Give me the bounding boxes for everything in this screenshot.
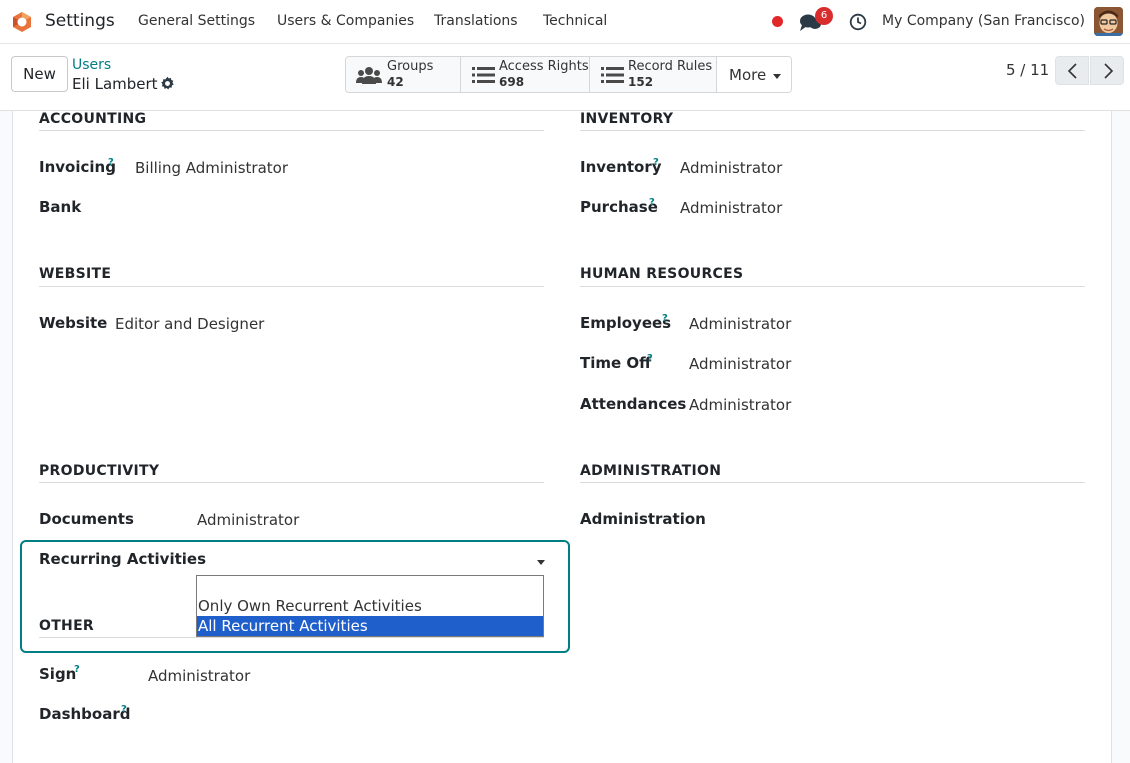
menu-general-settings[interactable]: General Settings bbox=[138, 13, 255, 29]
breadcrumb-users-link[interactable]: Users bbox=[72, 57, 111, 73]
section-title-human-resources: HUMAN RESOURCES bbox=[580, 266, 744, 282]
menu-translations[interactable]: Translations bbox=[434, 13, 518, 29]
gear-icon[interactable] bbox=[160, 76, 175, 91]
help-tooltip-icon[interactable]: ? bbox=[649, 197, 655, 208]
field-label-employees: Employees bbox=[580, 314, 672, 332]
list-icon bbox=[601, 67, 624, 83]
section-title-inventory: INVENTORY bbox=[580, 111, 674, 127]
status-dot-icon[interactable] bbox=[772, 16, 783, 27]
groups-count: 42 bbox=[387, 75, 404, 89]
section-divider bbox=[580, 130, 1085, 131]
section-divider bbox=[39, 482, 544, 483]
section-title-productivity: PRODUCTIVITY bbox=[39, 463, 160, 479]
field-label-attendances: Attendances bbox=[580, 395, 687, 413]
pager-next-button[interactable] bbox=[1090, 56, 1124, 85]
groups-smart-button[interactable]: Groups 42 bbox=[346, 57, 461, 92]
field-label-recurring-activities: Recurring Activities bbox=[39, 550, 207, 568]
help-tooltip-icon[interactable]: ? bbox=[647, 353, 653, 364]
field-value-attendances[interactable]: Administrator bbox=[689, 396, 791, 414]
caret-down-icon bbox=[773, 74, 781, 79]
more-button[interactable]: More bbox=[717, 57, 791, 92]
record-rules-smart-button[interactable]: Record Rules 152 bbox=[590, 57, 717, 92]
chevron-left-icon bbox=[1067, 63, 1077, 79]
help-tooltip-icon[interactable]: ? bbox=[662, 313, 668, 324]
section-divider bbox=[580, 286, 1085, 287]
users-icon bbox=[356, 67, 382, 84]
company-switcher[interactable]: My Company (San Francisco) bbox=[882, 13, 1085, 29]
select-caret-icon[interactable] bbox=[537, 560, 545, 565]
dropdown-option-only-own[interactable]: Only Own Recurrent Activities bbox=[197, 596, 543, 616]
field-value-purchase[interactable]: Administrator bbox=[680, 199, 782, 217]
field-label-invoicing: Invoicing bbox=[39, 158, 116, 176]
list-icon bbox=[472, 67, 495, 83]
field-label-time-off: Time Off bbox=[580, 354, 652, 372]
field-label-bank: Bank bbox=[39, 198, 82, 216]
field-label-documents: Documents bbox=[39, 510, 134, 528]
record-rules-label: Record Rules bbox=[628, 59, 713, 74]
access-rights-smart-button[interactable]: Access Rights 698 bbox=[461, 57, 590, 92]
field-value-invoicing[interactable]: Billing Administrator bbox=[135, 159, 288, 177]
clock-icon[interactable] bbox=[849, 13, 867, 31]
access-rights-count: 698 bbox=[499, 75, 525, 89]
section-divider bbox=[39, 286, 544, 287]
field-value-employees[interactable]: Administrator bbox=[689, 315, 791, 333]
field-value-documents[interactable]: Administrator bbox=[197, 511, 299, 529]
field-label-dashboard: Dashboard bbox=[39, 705, 131, 723]
app-name[interactable]: Settings bbox=[45, 11, 115, 31]
pager-value[interactable]: 5 / 11 bbox=[1006, 61, 1049, 79]
smart-buttons: Groups 42 Access Rights 698 Record Rules… bbox=[345, 56, 792, 93]
chevron-right-icon bbox=[1104, 63, 1114, 79]
field-value-time-off[interactable]: Administrator bbox=[689, 355, 791, 373]
field-label-purchase: Purchase bbox=[580, 198, 658, 216]
form-view bbox=[0, 111, 1130, 763]
user-avatar[interactable] bbox=[1094, 7, 1123, 36]
breadcrumb-current-record: Eli Lambert bbox=[72, 75, 158, 93]
menu-users-companies[interactable]: Users & Companies bbox=[277, 13, 414, 29]
control-panel: New Users Eli Lambert Groups 42 Access R… bbox=[0, 44, 1130, 111]
app-logo-icon[interactable] bbox=[11, 11, 33, 33]
field-value-sign[interactable]: Administrator bbox=[148, 667, 250, 685]
chat-count-badge: 6 bbox=[815, 7, 833, 25]
help-tooltip-icon[interactable]: ? bbox=[74, 664, 80, 675]
help-tooltip-icon[interactable]: ? bbox=[108, 157, 114, 168]
form-sheet bbox=[12, 111, 1112, 763]
section-divider bbox=[580, 482, 1085, 483]
dropdown-option-all[interactable]: All Recurrent Activities bbox=[197, 616, 543, 636]
field-label-administration: Administration bbox=[580, 510, 706, 528]
pager-previous-button[interactable] bbox=[1055, 56, 1089, 85]
section-title-website: WEBSITE bbox=[39, 266, 112, 282]
field-value-inventory[interactable]: Administrator bbox=[680, 159, 782, 177]
menu-technical[interactable]: Technical bbox=[543, 13, 607, 29]
record-rules-count: 152 bbox=[628, 75, 654, 89]
help-tooltip-icon[interactable]: ? bbox=[121, 704, 127, 715]
recurring-activities-dropdown: Only Own Recurrent Activities All Recurr… bbox=[196, 575, 544, 637]
section-title-administration: ADMINISTRATION bbox=[580, 463, 722, 479]
field-label-inventory: Inventory bbox=[580, 158, 662, 176]
section-title-accounting: ACCOUNTING bbox=[39, 111, 147, 127]
help-tooltip-icon[interactable]: ? bbox=[653, 157, 659, 168]
access-rights-label: Access Rights bbox=[499, 59, 589, 74]
more-label: More bbox=[729, 66, 767, 84]
field-value-website[interactable]: Editor and Designer bbox=[115, 315, 264, 333]
groups-label: Groups bbox=[387, 59, 434, 74]
dropdown-option-empty[interactable] bbox=[197, 576, 543, 596]
section-divider bbox=[39, 130, 544, 131]
field-label-sign: Sign bbox=[39, 665, 77, 683]
field-label-website: Website bbox=[39, 314, 108, 332]
new-button[interactable]: New bbox=[11, 56, 68, 92]
top-navbar: Settings General Settings Users & Compan… bbox=[0, 0, 1130, 44]
